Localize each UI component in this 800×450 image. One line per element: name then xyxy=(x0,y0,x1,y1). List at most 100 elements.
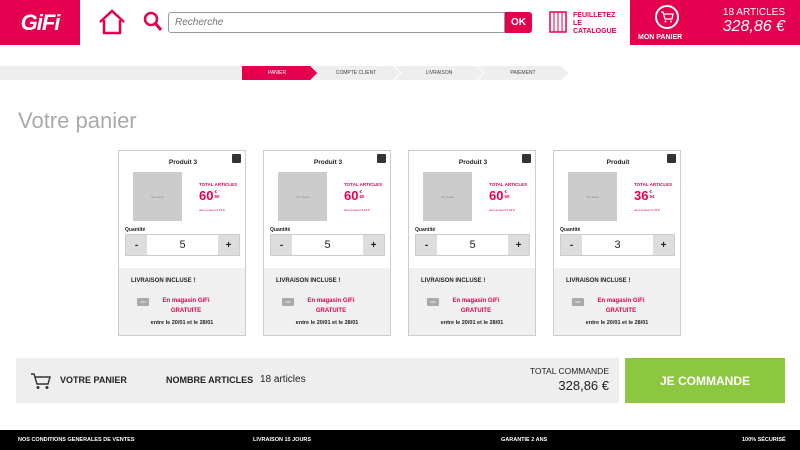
footer: NOS CONDITIONS GENERALES DE VENTES LIVRA… xyxy=(0,430,800,450)
product-card: Produit 3 No visual TOTAL ARTICLES 60 €5… xyxy=(408,150,536,336)
price-cents: 50 xyxy=(504,194,510,199)
total-label: TOTAL ARTICLES xyxy=(634,182,673,187)
product-image[interactable]: No visual xyxy=(133,172,182,221)
catalog-icon[interactable] xyxy=(548,10,568,34)
quantity-label: Quantité xyxy=(125,227,146,233)
product-title: Produit 3 xyxy=(168,159,198,166)
delivery-title: LIVRAISON INCLUSE ! xyxy=(276,278,341,284)
delivery-title: LIVRAISON INCLUSE ! xyxy=(421,278,486,284)
price-cents: 50 xyxy=(359,194,365,199)
total-label: TOTAL ARTICLES xyxy=(344,182,383,187)
quantity-value[interactable]: 5 xyxy=(292,235,363,255)
delivery-dates: entre le 20/01 et le 28/01 xyxy=(585,320,649,326)
product-price: 60 €50 xyxy=(344,189,364,202)
catalog-line: FEUILLETEZ xyxy=(573,12,616,19)
delivery-free: GRATUITE xyxy=(315,308,347,314)
total-label: TOTAL ARTICLES xyxy=(199,182,238,187)
step-compte-client[interactable]: COMPTE CLIENT xyxy=(318,66,394,80)
product-image[interactable]: No visual xyxy=(568,172,617,221)
quantity-plus-button[interactable]: + xyxy=(363,235,384,255)
step-panier[interactable]: PANIER xyxy=(242,66,312,80)
quantity-label: Quantité xyxy=(270,227,291,233)
home-icon[interactable] xyxy=(97,9,127,35)
quantity-stepper: - 3 + xyxy=(560,234,675,256)
step-livraison[interactable]: LIVRAISON xyxy=(401,66,477,80)
product-title: Produit 3 xyxy=(458,159,488,166)
product-card: Produit 3 No visual TOTAL ARTICLES 60 €5… xyxy=(118,150,246,336)
gifi-logo[interactable]: GiFi xyxy=(0,0,80,45)
quantity-value[interactable]: 5 xyxy=(437,235,508,255)
search-icon[interactable] xyxy=(143,11,163,33)
catalog-link[interactable]: FEUILLETEZ LE CATALOGUE xyxy=(573,12,628,36)
eco-label: dont écopart 0,29 € xyxy=(199,208,225,212)
quantity-minus-button[interactable]: - xyxy=(416,235,437,255)
delivery-dates: entre le 20/01 et le 28/01 xyxy=(295,320,359,326)
cart-summary[interactable]: MON PANIER 18 ARTICLES 328,86 € xyxy=(630,0,800,45)
footer-secure[interactable]: 100% SÉCURISÉ xyxy=(742,437,786,443)
quantity-plus-button[interactable]: + xyxy=(218,235,239,255)
product-title: Produit 3 xyxy=(313,159,343,166)
cart-total: 328,86 € xyxy=(722,18,785,35)
product-image[interactable]: No visual xyxy=(423,172,472,221)
order-total-value: 328,86 € xyxy=(558,378,609,393)
price-decimal: €50 xyxy=(359,189,364,199)
trash-icon[interactable] xyxy=(377,154,386,163)
price-integer: 60 xyxy=(199,188,214,203)
store-delivery: En magasin GiFi xyxy=(597,298,645,304)
trash-icon[interactable] xyxy=(522,154,531,163)
price-cents: 50 xyxy=(214,194,220,199)
order-total-label: TOTAL COMMANDE xyxy=(529,366,609,376)
footer-delivery[interactable]: LIVRAISON 15 JOURS xyxy=(253,437,311,443)
price-cents: 54 xyxy=(649,194,655,199)
product-card: Produit No visual TOTAL ARTICLES 36 €54 … xyxy=(553,150,681,336)
article-count-label: NOMBRE ARTICLES xyxy=(166,375,254,385)
quantity-minus-button[interactable]: - xyxy=(271,235,292,255)
delivery-dates: entre le 20/01 et le 28/01 xyxy=(150,320,214,326)
price-decimal: €50 xyxy=(504,189,509,199)
product-price: 60 €50 xyxy=(199,189,219,202)
quantity-stepper: - 5 + xyxy=(415,234,530,256)
quantity-label: Quantité xyxy=(560,227,581,233)
footer-warranty[interactable]: GARANTIE 2 ANS xyxy=(501,437,547,443)
article-count-value: 18 articles xyxy=(260,374,306,385)
product-price: 36 €54 xyxy=(634,189,654,202)
store-delivery: En magasin GiFi xyxy=(452,298,500,304)
price-integer: 60 xyxy=(489,188,504,203)
search-input[interactable] xyxy=(168,12,505,33)
search-button[interactable]: OK xyxy=(505,12,532,33)
delivery-free: GRATUITE xyxy=(605,308,637,314)
delivery-info: LIVRAISON INCLUSE ! GiFi En magasin GiFi… xyxy=(554,268,680,335)
delivery-title: LIVRAISON INCLUSE ! xyxy=(131,278,196,284)
eco-label: dont écopart 0,29 € xyxy=(489,208,515,212)
trash-icon[interactable] xyxy=(232,154,241,163)
cart-icon xyxy=(31,373,51,389)
price-integer: 36 xyxy=(634,188,649,203)
delivery-title: LIVRAISON INCLUSE ! xyxy=(566,278,631,284)
quantity-stepper: - 5 + xyxy=(125,234,240,256)
quantity-plus-button[interactable]: + xyxy=(508,235,529,255)
total-label: TOTAL ARTICLES xyxy=(489,182,528,187)
steps-background xyxy=(0,66,800,80)
quantity-minus-button[interactable]: - xyxy=(561,235,582,255)
quantity-plus-button[interactable]: + xyxy=(653,235,674,255)
quantity-value[interactable]: 5 xyxy=(147,235,218,255)
store-delivery: En magasin GiFi xyxy=(307,298,355,304)
price-integer: 60 xyxy=(344,188,359,203)
footer-cgv-link[interactable]: NOS CONDITIONS GENERALES DE VENTES xyxy=(18,437,134,443)
product-price: 60 €50 xyxy=(489,189,509,202)
trash-icon[interactable] xyxy=(667,154,676,163)
cart-label: MON PANIER xyxy=(638,34,683,41)
product-card: Produit 3 No visual TOTAL ARTICLES 60 €5… xyxy=(263,150,391,336)
catalog-line: CATALOGUE xyxy=(573,28,617,35)
order-button[interactable]: JE COMMANDE xyxy=(625,358,785,403)
step-paiement[interactable]: PAIEMENT xyxy=(484,66,562,80)
delivery-info: LIVRAISON INCLUSE ! GiFi En magasin GiFi… xyxy=(264,268,390,335)
quantity-minus-button[interactable]: - xyxy=(126,235,147,255)
product-image[interactable]: No visual xyxy=(278,172,327,221)
delivery-dates: entre le 20/01 et le 28/01 xyxy=(440,320,504,326)
price-decimal: €50 xyxy=(214,189,219,199)
quantity-value[interactable]: 3 xyxy=(582,235,653,255)
checkout-steps: PANIER COMPTE CLIENT LIVRAISON PAIEMENT xyxy=(0,66,800,80)
quantity-stepper: - 5 + xyxy=(270,234,385,256)
catalog-line: LE xyxy=(573,20,582,27)
